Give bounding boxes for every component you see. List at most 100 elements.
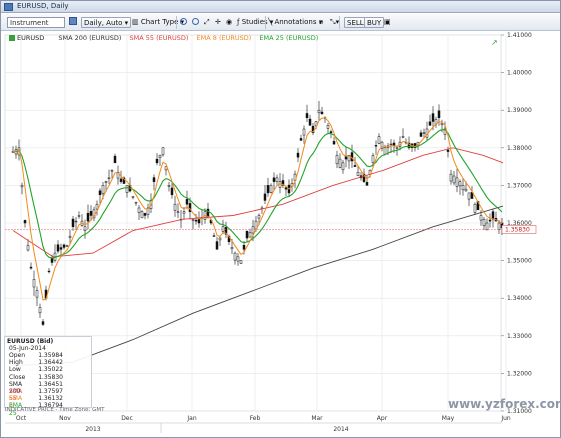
- zoom-fit-icon[interactable]: ⤢: [204, 17, 210, 28]
- legend-sma55[interactable]: SMA 55 (EURUSD): [130, 34, 189, 42]
- instrument-input[interactable]: Instrument: [7, 17, 65, 28]
- candle: [140, 211, 144, 219]
- y-tick-label: 1.33000: [507, 333, 532, 340]
- candle: [68, 235, 72, 238]
- candle: [365, 182, 369, 186]
- candle: [83, 226, 87, 231]
- candle: [437, 110, 441, 118]
- data-window-value: 1.36451: [38, 380, 63, 388]
- draw-icon[interactable]: ⌀: [319, 17, 323, 28]
- candle: [65, 245, 69, 247]
- candle: [401, 136, 405, 138]
- candle: [59, 247, 63, 250]
- legend-ema25[interactable]: EMA 25 (EURUSD): [259, 34, 318, 42]
- candle: [245, 231, 249, 239]
- select-icon[interactable]: ◉: [226, 17, 232, 28]
- x-year-label: 2014: [333, 426, 348, 433]
- candle: [482, 218, 486, 226]
- candle: [266, 185, 270, 194]
- data-window-row: Low 1.35022: [7, 366, 89, 373]
- candle: [143, 213, 147, 216]
- chart-settings-icon[interactable]: [69, 17, 77, 28]
- trend-icon: ↗: [491, 38, 498, 47]
- candle: [173, 203, 177, 211]
- buy-button[interactable]: BUY: [364, 17, 385, 28]
- data-window-row: Close 1.35830: [7, 374, 89, 381]
- y-tick-label: 1.32000: [507, 370, 532, 377]
- zoom-in-icon[interactable]: [180, 17, 187, 28]
- data-window-value: 1.35022: [38, 366, 63, 374]
- candle: [191, 218, 195, 221]
- candle: [389, 143, 393, 146]
- legend-symbol[interactable]: EURUSD: [9, 34, 50, 42]
- data-window-key: SMA 200: [9, 380, 23, 395]
- candle: [182, 211, 186, 214]
- candle: [194, 219, 198, 222]
- candle: [233, 252, 237, 261]
- candle: [107, 177, 111, 179]
- x-year-label: 2013: [85, 426, 100, 433]
- period-dropdown[interactable]: Daily, Auto ▾: [81, 17, 132, 28]
- zoom-out-icon[interactable]: [192, 17, 199, 28]
- candle: [305, 113, 309, 118]
- annotations-dropdown[interactable]: ╲ Annotations ▾: [268, 17, 322, 28]
- candle: [353, 165, 357, 167]
- candle: [101, 185, 105, 194]
- candle: [449, 173, 453, 182]
- legend-sma200[interactable]: SMA 200 (EURUSD): [58, 34, 121, 42]
- candle: [275, 177, 279, 182]
- y-tick-label: 1.41000: [507, 32, 532, 39]
- candle: [428, 121, 432, 126]
- window-title: EURUSD, Daily: [17, 2, 69, 10]
- x-tick-label: Jan: [186, 415, 196, 422]
- object-settings-icon[interactable]: ⤡▾: [330, 17, 339, 28]
- data-window-key: Low: [9, 366, 21, 374]
- candle: [41, 321, 45, 325]
- candle: [137, 207, 141, 213]
- candle: [125, 185, 129, 193]
- x-tick-label: Apr: [377, 415, 388, 422]
- chart-type-label: Chart Type: [140, 18, 179, 26]
- candle: [131, 196, 135, 198]
- data-window-key: Close: [9, 373, 26, 381]
- candle: [95, 203, 99, 210]
- data-window-row: Open 1.35984: [7, 352, 89, 359]
- candle: [86, 212, 90, 222]
- data-window-value: 1.35984: [38, 352, 63, 359]
- data-window-row: SMA 200 1.36451: [7, 380, 89, 395]
- data-window-key: Open: [9, 352, 26, 359]
- candle: [284, 187, 288, 190]
- legend-ema8[interactable]: EMA 8 (EURUSD): [197, 34, 252, 42]
- data-window-key: High: [9, 359, 23, 367]
- candle: [32, 279, 36, 288]
- candle: [77, 215, 81, 217]
- candle: [431, 113, 435, 122]
- y-tick-label: 1.37000: [507, 182, 532, 189]
- candle: [98, 190, 102, 196]
- candle: [371, 155, 375, 164]
- candle: [212, 235, 216, 237]
- data-window-header: EURUSD (Bid): [7, 338, 54, 345]
- candle: [332, 141, 336, 145]
- x-tick-label: Mar: [311, 415, 323, 422]
- candle: [221, 226, 225, 232]
- candle: [26, 245, 30, 251]
- candle: [452, 175, 456, 184]
- x-tick-label: Feb: [250, 415, 261, 422]
- candle: [152, 177, 156, 182]
- candle: [455, 177, 459, 187]
- candle: [377, 136, 381, 144]
- candle: [302, 128, 306, 136]
- crosshair-icon[interactable]: ✛: [215, 17, 221, 28]
- candle: [71, 218, 75, 228]
- candle: [47, 270, 51, 273]
- candle: [461, 185, 465, 191]
- trade-icon[interactable]: ▣: [384, 17, 391, 28]
- candle: [230, 247, 234, 250]
- data-window-key: SMA 55: [9, 387, 23, 403]
- study-legend: EURUSD SMA 200 (EURUSD) SMA 55 (EURUSD) …: [9, 34, 324, 45]
- x-tick-label: Oct: [16, 415, 27, 422]
- candle: [335, 155, 339, 165]
- period-label: Daily, Auto: [84, 19, 123, 27]
- candle: [296, 152, 300, 158]
